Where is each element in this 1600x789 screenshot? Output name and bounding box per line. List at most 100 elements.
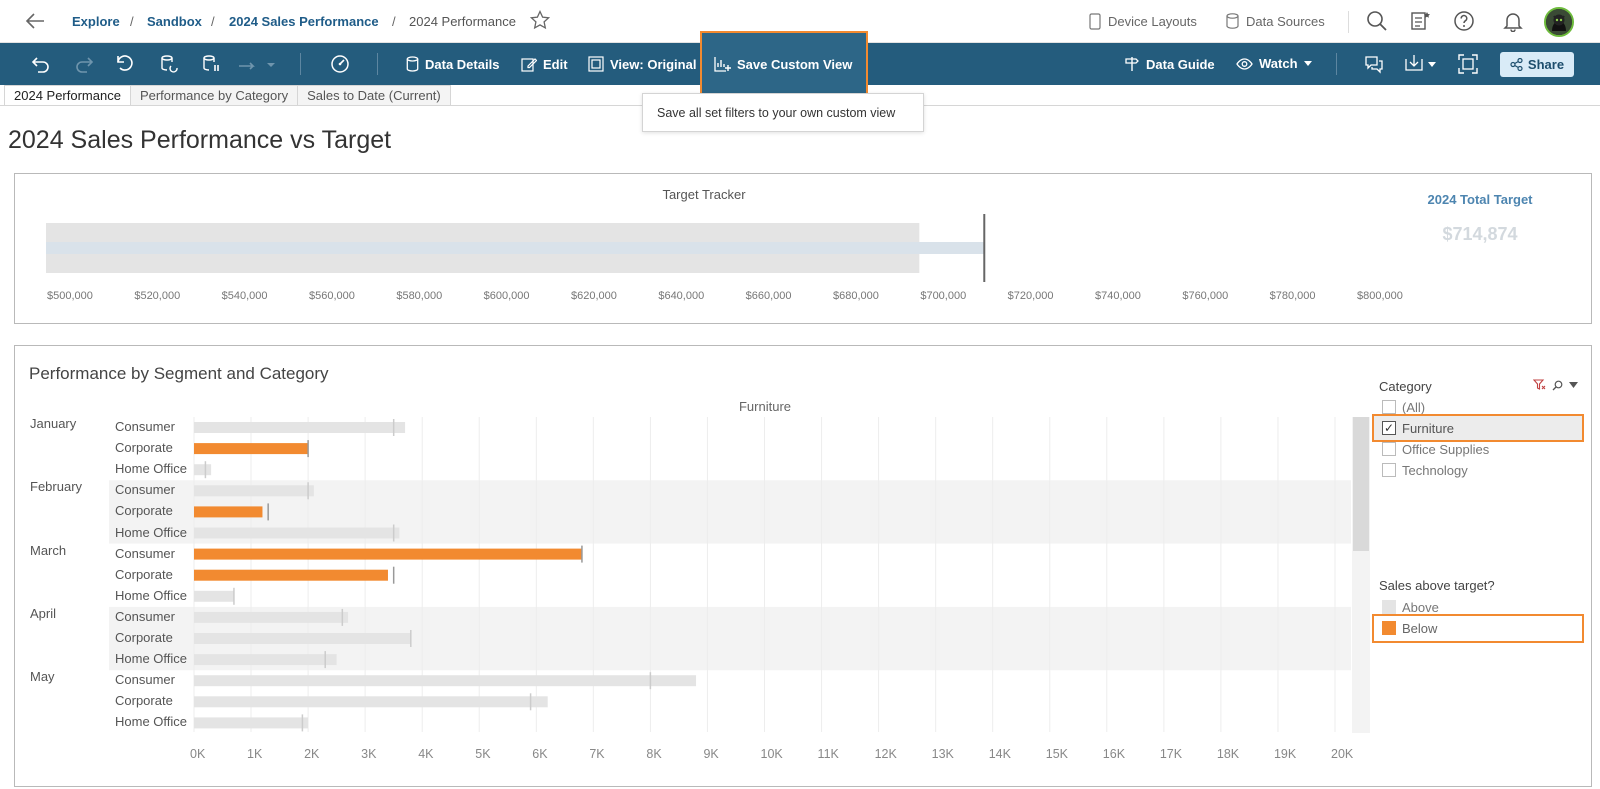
clear-filter-icon[interactable]: [1533, 379, 1546, 391]
watch-label: Watch: [1259, 56, 1298, 71]
axis-tick-label: $760,000: [1182, 290, 1229, 302]
tab-2024-performance[interactable]: 2024 Performance: [4, 85, 131, 106]
category-filter-item[interactable]: Technology: [1382, 461, 1468, 479]
axis-tick-label: $660,000: [745, 290, 792, 302]
redo-icon[interactable]: [74, 54, 94, 74]
search-icon[interactable]: [1366, 10, 1388, 32]
month-label: May: [30, 669, 55, 685]
axis-tick-label: $780,000: [1269, 290, 1316, 302]
checkbox[interactable]: [1382, 463, 1396, 477]
share-button[interactable]: Share: [1500, 52, 1574, 77]
share-icon: [1510, 58, 1523, 71]
sales-bar[interactable]: [194, 675, 697, 687]
refresh-data-icon[interactable]: [159, 54, 179, 74]
help-icon[interactable]: [1453, 10, 1475, 32]
replay-animation-icon[interactable]: [237, 54, 277, 74]
x-axis-tick-label: 15K: [1045, 747, 1068, 761]
sales-bar[interactable]: [194, 569, 388, 581]
actual-sales-bar[interactable]: [46, 242, 985, 254]
chart-scrollbar-thumb[interactable]: [1353, 417, 1369, 551]
save-custom-view-label: Save Custom View: [737, 56, 853, 72]
total-target-label: 2024 Total Target: [1427, 192, 1533, 207]
segment-label: Consumer: [115, 545, 175, 561]
sales-bar[interactable]: [194, 485, 314, 497]
legend-label: Above: [1402, 599, 1439, 615]
category-option-label: (All): [1402, 399, 1426, 415]
save-custom-view-button[interactable]: Save Custom View: [714, 56, 852, 72]
segment-label: Corporate: [115, 440, 173, 456]
axis-tick-label: $800,000: [1357, 290, 1403, 302]
user-avatar[interactable]: [1544, 7, 1574, 37]
checkbox[interactable]: [1382, 442, 1396, 456]
x-axis-tick-label: 18K: [1216, 747, 1240, 761]
divider: [300, 53, 301, 75]
data-sources-link[interactable]: Data Sources: [1226, 13, 1325, 29]
signpost-icon: [1125, 57, 1139, 71]
segment-label: Consumer: [115, 608, 175, 624]
checkbox-checked[interactable]: ✓: [1382, 421, 1396, 435]
dropdown-caret-icon[interactable]: [1569, 381, 1578, 389]
view-original-button[interactable]: View: Original: [588, 56, 696, 72]
x-axis-tick-label: 9K: [703, 747, 719, 761]
data-details-button[interactable]: Data Details: [406, 56, 499, 72]
tab-performance-by-category[interactable]: Performance by Category: [129, 85, 299, 106]
sales-bar[interactable]: [194, 590, 234, 602]
recents-list-icon[interactable]: [1409, 10, 1431, 32]
axis-tick-label: $500,000: [47, 290, 93, 302]
sales-bar[interactable]: [194, 506, 263, 518]
legend-item-below[interactable]: Below: [1382, 619, 1437, 637]
metrics-gauge-icon[interactable]: [330, 54, 350, 74]
sales-bar[interactable]: [194, 633, 411, 644]
tab-sales-to-date[interactable]: Sales to Date (Current): [297, 85, 451, 106]
sales-bar[interactable]: [194, 422, 406, 433]
database-icon: [1226, 13, 1239, 29]
download-icon[interactable]: [1404, 54, 1438, 74]
segment-label: Consumer: [115, 419, 175, 434]
view-original-label: View: Original: [610, 56, 697, 72]
category-filter-item[interactable]: Office Supplies: [1382, 440, 1489, 458]
category-filter-item[interactable]: ✓ Furniture: [1382, 419, 1454, 437]
category-option-label: Technology: [1402, 462, 1468, 478]
axis-tick-label: $720,000: [1007, 290, 1054, 302]
x-axis-tick-label: 11K: [817, 747, 839, 761]
checkbox[interactable]: [1382, 400, 1396, 414]
segment-chart-title: Performance by Segment and Category: [29, 364, 329, 383]
fullscreen-icon[interactable]: [1458, 54, 1478, 74]
breadcrumb-current-view: 2024 Performance: [409, 14, 516, 29]
breadcrumb-workbook[interactable]: 2024 Sales Performance: [229, 14, 379, 29]
axis-tick-label: $560,000: [309, 290, 355, 302]
data-sources-label: Data Sources: [1246, 13, 1325, 29]
share-label: Share: [1527, 57, 1565, 72]
month-label: February: [30, 479, 83, 495]
segment-label: Home Office: [115, 587, 188, 603]
edit-button[interactable]: Edit: [521, 56, 568, 72]
sales-bar[interactable]: [194, 527, 400, 539]
watch-button[interactable]: Watch: [1236, 56, 1312, 71]
sales-above-target-legend-title: Sales above target?: [1379, 578, 1495, 593]
sales-bar[interactable]: [194, 611, 349, 623]
sales-bar[interactable]: [194, 654, 337, 666]
category-option-label: Office Supplies: [1402, 441, 1490, 457]
sales-bar[interactable]: [194, 548, 582, 560]
legend-swatch: [1382, 600, 1396, 614]
x-axis-tick-label: 4K: [418, 747, 434, 761]
x-axis-tick-label: 14K: [988, 747, 1011, 761]
x-axis-tick-label: 0K: [190, 747, 206, 761]
segment-label: Corporate: [115, 566, 173, 582]
data-guide-button[interactable]: Data Guide: [1124, 56, 1215, 72]
sales-bar[interactable]: [194, 464, 212, 476]
back-arrow-icon[interactable]: [24, 10, 46, 32]
sales-bar[interactable]: [194, 717, 309, 729]
breadcrumb-sandbox[interactable]: Sandbox: [147, 14, 202, 29]
undo-icon[interactable]: [31, 54, 51, 74]
favorite-star-icon[interactable]: [529, 9, 551, 36]
device-layouts-link[interactable]: Device Layouts: [1089, 13, 1197, 30]
notifications-bell-icon[interactable]: [1502, 10, 1524, 33]
breadcrumb-explore[interactable]: Explore: [72, 14, 120, 29]
search-icon[interactable]: [1552, 380, 1563, 391]
revert-icon[interactable]: [115, 54, 135, 74]
pause-updates-icon[interactable]: [201, 54, 221, 74]
comments-icon[interactable]: [1364, 54, 1384, 74]
sales-bar[interactable]: [194, 696, 548, 708]
sales-bar[interactable]: [194, 443, 309, 455]
